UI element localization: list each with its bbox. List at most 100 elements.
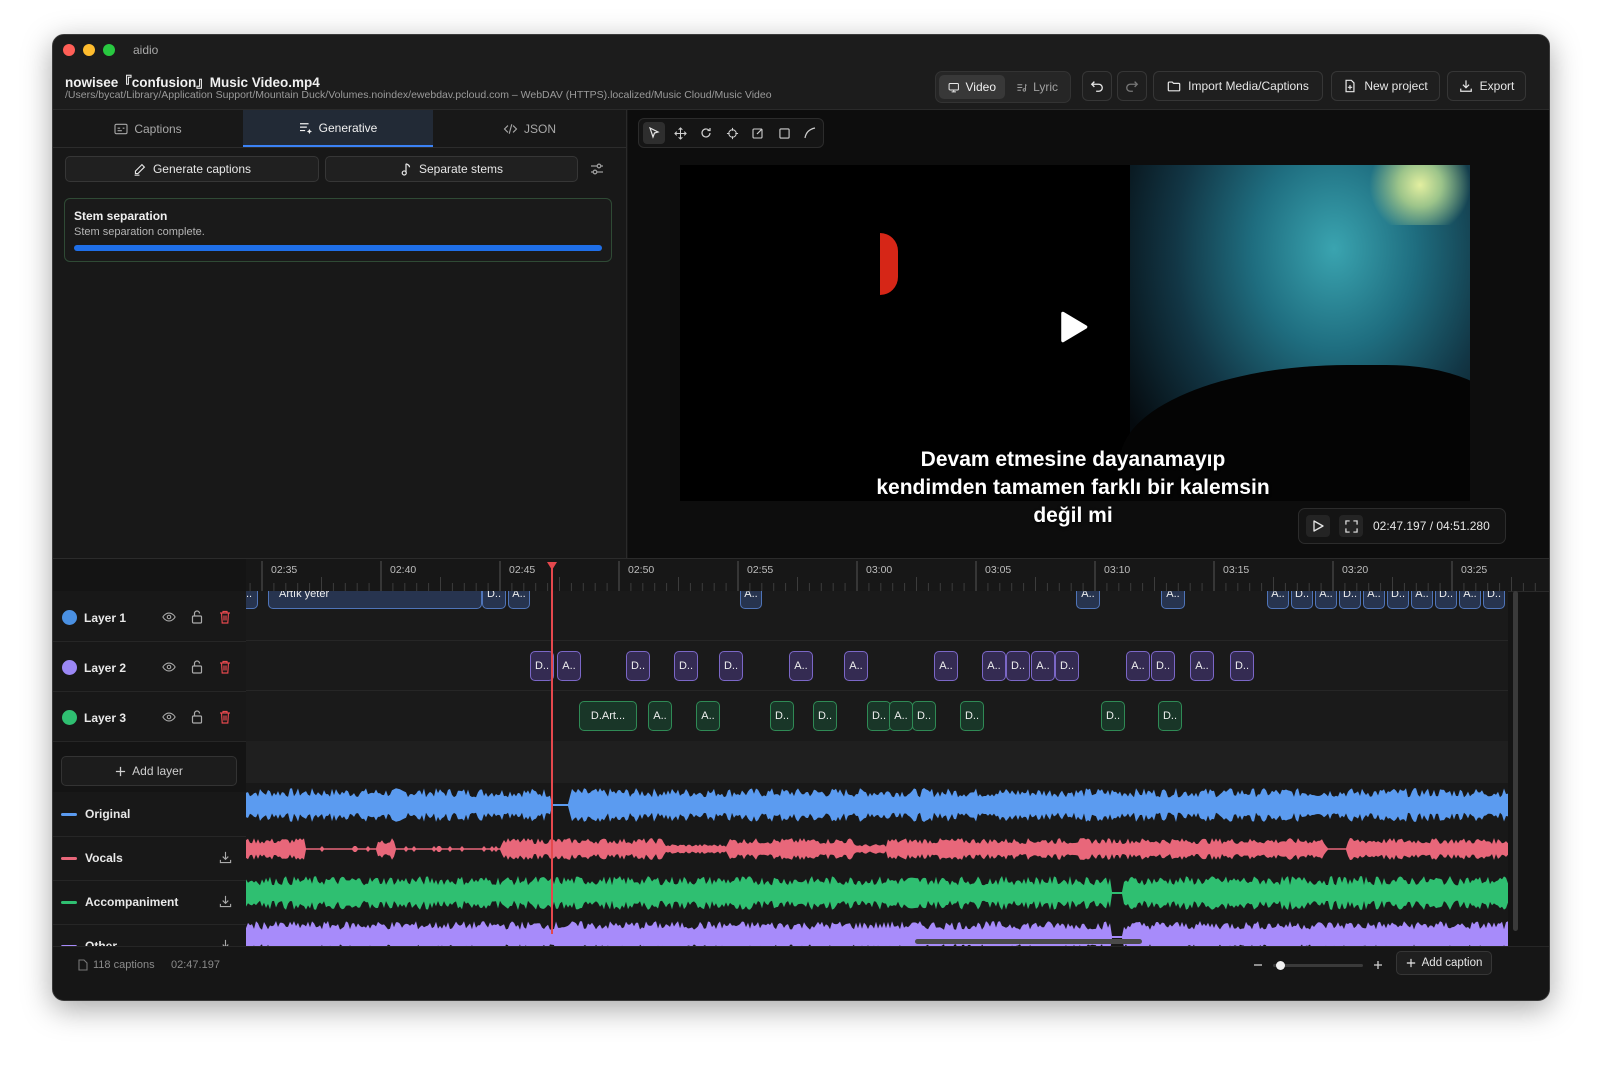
caption-clip[interactable]: A.. xyxy=(1411,591,1433,609)
select-tool-button[interactable] xyxy=(643,122,665,144)
add-layer-button[interactable]: Add layer xyxy=(61,756,237,786)
undo-button[interactable] xyxy=(1082,71,1112,101)
waveform-area[interactable] xyxy=(246,783,1508,971)
zoom-in-icon[interactable] xyxy=(1373,960,1383,970)
caption-clip[interactable]: A.. xyxy=(889,701,913,731)
layer-row-2[interactable]: Layer 2 xyxy=(53,641,246,692)
caption-clip[interactable]: A.. xyxy=(844,651,868,681)
caption-clip[interactable]: D.. xyxy=(867,701,891,731)
layer-color-dot[interactable] xyxy=(62,610,77,625)
caption-clip[interactable]: A.. xyxy=(696,701,720,731)
download-icon[interactable] xyxy=(219,851,232,864)
layer-row-1[interactable]: Layer 1 xyxy=(53,591,246,642)
caption-clip[interactable]: A.. xyxy=(1031,651,1055,681)
settings-sliders-button[interactable] xyxy=(589,161,607,179)
tab-generative[interactable]: Generative xyxy=(243,110,433,147)
caption-clip[interactable]: D.. xyxy=(1339,591,1361,609)
caption-clip[interactable]: A.. xyxy=(508,591,530,609)
trash-icon[interactable] xyxy=(219,710,231,724)
curve-tool-button[interactable] xyxy=(799,122,821,144)
export-button[interactable]: Export xyxy=(1447,71,1526,101)
caption-clip[interactable]: Artık yeter xyxy=(268,591,482,609)
caption-clip[interactable]: A.. xyxy=(740,591,762,609)
caption-clip[interactable]: D.. xyxy=(770,701,794,731)
caption-clip[interactable]: D.. xyxy=(1230,651,1254,681)
add-caption-button[interactable]: Add caption xyxy=(1396,951,1492,975)
caption-clip[interactable]: A.. xyxy=(557,651,581,681)
caption-clip[interactable]: A.. xyxy=(1161,591,1185,609)
caption-clip[interactable]: D.. xyxy=(1101,701,1125,731)
caption-clip[interactable]: A.. xyxy=(1190,651,1214,681)
mode-video-button[interactable]: Video xyxy=(939,75,1005,99)
caption-clip[interactable]: D.. xyxy=(1387,591,1409,609)
playhead[interactable] xyxy=(551,562,553,934)
caption-clip[interactable]: A.. xyxy=(1126,651,1150,681)
zoom-window-button[interactable] xyxy=(103,44,115,56)
playhead-handle-icon[interactable] xyxy=(546,561,558,571)
caption-clip[interactable]: A.. xyxy=(1076,591,1100,609)
unlock-icon[interactable] xyxy=(191,660,203,674)
zoom-slider[interactable] xyxy=(1273,961,1363,970)
caption-clip[interactable]: A.. xyxy=(982,651,1006,681)
caption-clip[interactable]: D.. xyxy=(912,701,936,731)
download-icon[interactable] xyxy=(219,895,232,908)
edit-tool-button[interactable] xyxy=(747,122,769,144)
new-project-button[interactable]: New project xyxy=(1331,71,1440,101)
caption-clip[interactable]: A.. xyxy=(648,701,672,731)
caption-clip[interactable]: D.Art... xyxy=(579,701,637,731)
import-media-button[interactable]: Import Media/Captions xyxy=(1153,71,1323,101)
rotate-tool-button[interactable] xyxy=(695,122,717,144)
eye-icon[interactable] xyxy=(162,711,176,723)
caption-clip[interactable]: D.. xyxy=(960,701,984,731)
layer-color-dot[interactable] xyxy=(62,710,77,725)
zoom-slider-thumb[interactable] xyxy=(1275,961,1285,970)
time-ruler[interactable]: 02:35 02:40 02:45 02:50 02:55 03:00 03:05 03:10… xyxy=(246,559,1549,592)
trash-icon[interactable] xyxy=(219,660,231,674)
layer-row-3[interactable]: Layer 3 xyxy=(53,691,246,742)
generate-captions-label: Generate captions xyxy=(152,162,252,176)
caption-clip[interactable]: A.. xyxy=(1363,591,1385,609)
unlock-icon[interactable] xyxy=(191,710,203,724)
horizontal-scrollbar[interactable] xyxy=(915,939,1142,944)
caption-clip[interactable]: A.. xyxy=(1315,591,1337,609)
caption-clip[interactable]: A.. xyxy=(1267,591,1289,609)
generate-captions-button[interactable]: Generate captions xyxy=(65,156,319,182)
fullscreen-button[interactable] xyxy=(1339,515,1363,537)
play-button[interactable] xyxy=(1306,515,1330,537)
eye-icon[interactable] xyxy=(162,661,176,673)
caption-clip[interactable]: D.. xyxy=(674,651,698,681)
caption-clip[interactable]: D.. xyxy=(813,701,837,731)
tab-captions[interactable]: Captions xyxy=(53,110,243,147)
trash-icon[interactable] xyxy=(219,610,231,624)
caption-clip[interactable]: D.. xyxy=(1055,651,1079,681)
caption-clip[interactable]: D.. xyxy=(482,591,506,609)
play-overlay-button[interactable] xyxy=(1046,301,1098,353)
caption-clip[interactable]: D.. xyxy=(1158,701,1182,731)
close-window-button[interactable] xyxy=(63,44,75,56)
layer-color-dot[interactable] xyxy=(62,660,77,675)
rectangle-tool-button[interactable] xyxy=(773,122,795,144)
caption-clip[interactable]: D.. xyxy=(626,651,650,681)
anchor-tool-button[interactable] xyxy=(721,122,743,144)
caption-clip[interactable]: D.. xyxy=(719,651,743,681)
caption-clip[interactable]: A.. xyxy=(934,651,958,681)
zoom-out-icon[interactable] xyxy=(1253,960,1263,970)
move-tool-button[interactable] xyxy=(669,122,691,144)
caption-tracks[interactable]: .. Artık yeter D.. A.. A.. A.. A.. A.. D.. A.. D..… xyxy=(246,591,1508,741)
separate-stems-button[interactable]: Separate stems xyxy=(325,156,578,182)
vertical-scrollbar[interactable] xyxy=(1513,591,1518,931)
caption-clip[interactable]: D.. xyxy=(1006,651,1030,681)
caption-clip[interactable]: D.. xyxy=(1151,651,1175,681)
redo-button[interactable] xyxy=(1117,71,1147,101)
caption-clip[interactable]: D.. xyxy=(1435,591,1457,609)
caption-clip[interactable]: .. xyxy=(246,591,258,609)
mode-lyric-button[interactable]: Lyric xyxy=(1007,75,1067,99)
unlock-icon[interactable] xyxy=(191,610,203,624)
tab-json[interactable]: JSON xyxy=(433,110,626,147)
caption-clip[interactable]: A.. xyxy=(789,651,813,681)
caption-clip[interactable]: A.. xyxy=(1459,591,1481,609)
eye-icon[interactable] xyxy=(162,611,176,623)
caption-clip[interactable]: D.. xyxy=(1291,591,1313,609)
caption-clip[interactable]: D.. xyxy=(1483,591,1505,609)
minimize-window-button[interactable] xyxy=(83,44,95,56)
